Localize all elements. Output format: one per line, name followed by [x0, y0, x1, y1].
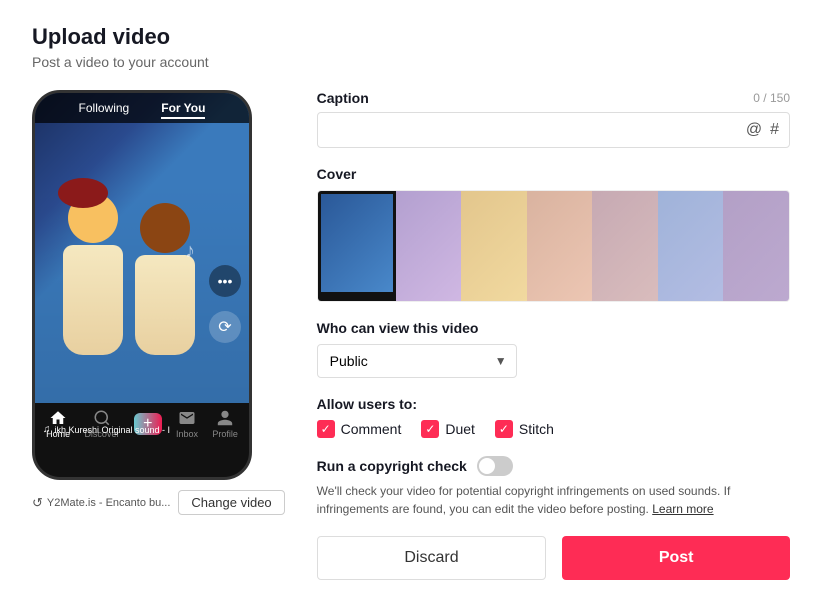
- phone-sound-label: ikh Kureshi Original sound - I: [55, 425, 171, 435]
- learn-more-link[interactable]: Learn more: [652, 502, 713, 516]
- cover-frame-4[interactable]: [527, 191, 593, 301]
- upload-form: Caption 0 / 150 @ # Cover: [317, 90, 790, 580]
- at-icon-button[interactable]: @: [746, 121, 762, 139]
- cover-frame-1[interactable]: [318, 191, 396, 301]
- copyright-description: We'll check your video for potential cop…: [317, 482, 790, 518]
- video-source-label: ↺ Y2Mate.is - Encanto bu...: [32, 495, 170, 511]
- char-count: 0 / 150: [753, 91, 790, 105]
- page-subtitle: Post a video to your account: [32, 54, 790, 70]
- phone-more-icon: •••: [209, 265, 241, 297]
- duet-checkbox[interactable]: ✓: [421, 420, 439, 438]
- caption-input[interactable]: [328, 122, 746, 138]
- cover-frame-5[interactable]: [592, 191, 658, 301]
- copyright-row: Run a copyright check: [317, 456, 790, 476]
- phone-bottom-nav: Home Discover + Inbox Profile: [35, 403, 249, 443]
- cover-frame-6[interactable]: [658, 191, 724, 301]
- video-filename: Y2Mate.is - Encanto bu...: [47, 497, 171, 509]
- caption-label-row: Caption 0 / 150: [317, 90, 790, 106]
- page-title: Upload video: [32, 24, 790, 50]
- comment-checkbox-item[interactable]: ✓ Comment: [317, 420, 402, 438]
- phone-tab-following: Following: [79, 101, 130, 119]
- caption-section: Caption 0 / 150 @ #: [317, 90, 790, 148]
- duet-label: Duet: [445, 421, 475, 437]
- post-button[interactable]: Post: [562, 536, 790, 580]
- allow-users-label: Allow users to:: [317, 396, 790, 412]
- change-video-button[interactable]: Change video: [178, 490, 284, 515]
- copyright-toggle[interactable]: [477, 456, 513, 476]
- copyright-label: Run a copyright check: [317, 458, 467, 474]
- visibility-select-wrap[interactable]: Public Friends Only me ▼: [317, 344, 517, 378]
- video-source-row: ↺ Y2Mate.is - Encanto bu... Change video: [32, 490, 285, 515]
- cover-frame-3[interactable]: [461, 191, 527, 301]
- phone-music-icon: ♫: [43, 424, 51, 435]
- visibility-select[interactable]: Public Friends Only me: [317, 344, 517, 378]
- cover-frame-2[interactable]: [396, 191, 462, 301]
- caption-icon-buttons: @ #: [746, 121, 779, 139]
- stitch-label: Stitch: [519, 421, 554, 437]
- phone-video-area: ♪ ••• ⟳: [35, 93, 249, 403]
- allow-users-section: Allow users to: ✓ Comment ✓ Duet ✓ Stitc…: [317, 396, 790, 438]
- caption-label: Caption: [317, 90, 369, 106]
- phone-sound-bar: ♫ ikh Kureshi Original sound - I: [43, 424, 170, 435]
- hash-icon-button[interactable]: #: [770, 121, 779, 139]
- cover-frame-7[interactable]: [723, 191, 789, 301]
- action-buttons: Discard Post: [317, 536, 790, 580]
- cover-strip[interactable]: [317, 190, 790, 302]
- discard-button[interactable]: Discard: [317, 536, 547, 580]
- cover-section: Cover: [317, 166, 790, 302]
- phone-tab-foryou: For You: [161, 101, 205, 119]
- copyright-section: Run a copyright check We'll check your v…: [317, 456, 790, 518]
- phone-preview: Following For You: [32, 90, 252, 480]
- comment-checkbox[interactable]: ✓: [317, 420, 335, 438]
- phone-nav-inbox: Inbox: [176, 409, 198, 439]
- visibility-section: Who can view this video Public Friends O…: [317, 320, 790, 378]
- duet-checkbox-item[interactable]: ✓ Duet: [421, 420, 475, 438]
- phone-nav-bar: Following For You: [35, 93, 249, 123]
- phone-nav-profile: Profile: [212, 409, 238, 439]
- comment-label: Comment: [341, 421, 402, 437]
- allow-users-row: ✓ Comment ✓ Duet ✓ Stitch: [317, 420, 790, 438]
- toggle-knob: [479, 458, 495, 474]
- stitch-checkbox[interactable]: ✓: [495, 420, 513, 438]
- stitch-checkbox-item[interactable]: ✓ Stitch: [495, 420, 554, 438]
- cover-label: Cover: [317, 166, 790, 182]
- phone-share-icon: ⟳: [209, 311, 241, 343]
- phone-right-icons: ••• ⟳: [209, 265, 241, 343]
- visibility-label: Who can view this video: [317, 320, 790, 336]
- caption-input-wrapper[interactable]: @ #: [317, 112, 790, 148]
